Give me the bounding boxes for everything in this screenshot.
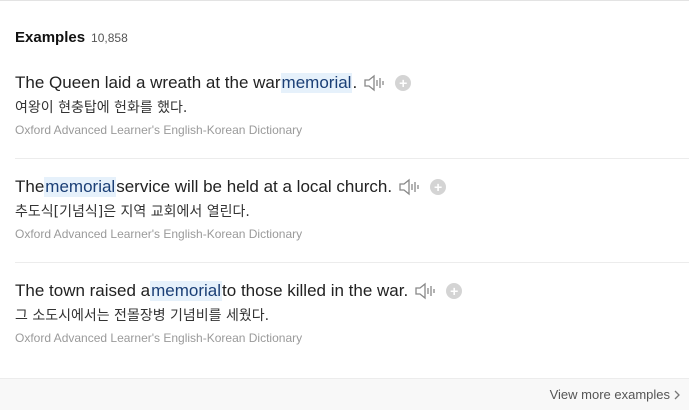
example-source: Oxford Advanced Learner's English-Korean…: [15, 331, 303, 345]
sentence-text: to those killed in the war.: [222, 281, 409, 300]
speaker-icon[interactable]: [398, 177, 422, 197]
example-translation: 그 소도시에서는 전몰장병 기념비를 세웠다.: [15, 308, 270, 324]
example-translation: 여왕이 현충탑에 헌화를 했다.: [15, 100, 188, 116]
example-sentence: The memorial service will be held at a l…: [15, 175, 689, 199]
highlighted-keyword[interactable]: memorial: [280, 73, 353, 93]
example-sentence: The town raised a memorial to those kill…: [15, 279, 689, 303]
examples-footer: View more examples: [0, 378, 689, 410]
add-to-wordbook-button[interactable]: +: [430, 179, 447, 195]
example-item: The Queen laid a wreath at the war memor…: [15, 71, 689, 137]
speaker-icon[interactable]: [414, 281, 438, 301]
plus-icon: +: [434, 179, 443, 195]
add-to-wordbook-button[interactable]: +: [395, 75, 412, 91]
chevron-right-icon: [674, 390, 680, 399]
top-divider: [0, 0, 689, 1]
examples-count: 10,858: [91, 31, 128, 45]
examples-title: Examples: [15, 29, 86, 46]
example-source: Oxford Advanced Learner's English-Korean…: [15, 123, 303, 137]
highlighted-keyword[interactable]: memorial: [150, 281, 223, 301]
example-item: The memorial service will be held at a l…: [15, 175, 689, 241]
sentence-text: .: [352, 73, 358, 92]
example-divider: [15, 262, 689, 263]
example-item: The town raised a memorial to those kill…: [15, 279, 689, 345]
highlighted-keyword[interactable]: memorial: [44, 177, 117, 197]
add-to-wordbook-button[interactable]: +: [446, 283, 463, 299]
sentence-text: The Queen laid a wreath at the war: [15, 73, 281, 92]
sentence-text: service will be held at a local church.: [116, 177, 393, 196]
example-source: Oxford Advanced Learner's English-Korean…: [15, 227, 303, 241]
view-more-examples-link[interactable]: View more examples: [550, 387, 681, 402]
examples-header: Examples 10,858: [15, 29, 128, 46]
plus-icon: +: [399, 75, 408, 91]
view-more-label: View more examples: [549, 387, 670, 402]
example-translation: 추도식[기념식]은 지역 교회에서 열린다.: [15, 204, 250, 220]
example-divider: [15, 158, 689, 159]
sentence-text: The: [15, 177, 45, 196]
sentence-text: The town raised a: [15, 281, 151, 300]
speaker-icon[interactable]: [363, 73, 387, 93]
plus-icon: +: [450, 283, 459, 299]
example-sentence: The Queen laid a wreath at the war memor…: [15, 71, 689, 95]
